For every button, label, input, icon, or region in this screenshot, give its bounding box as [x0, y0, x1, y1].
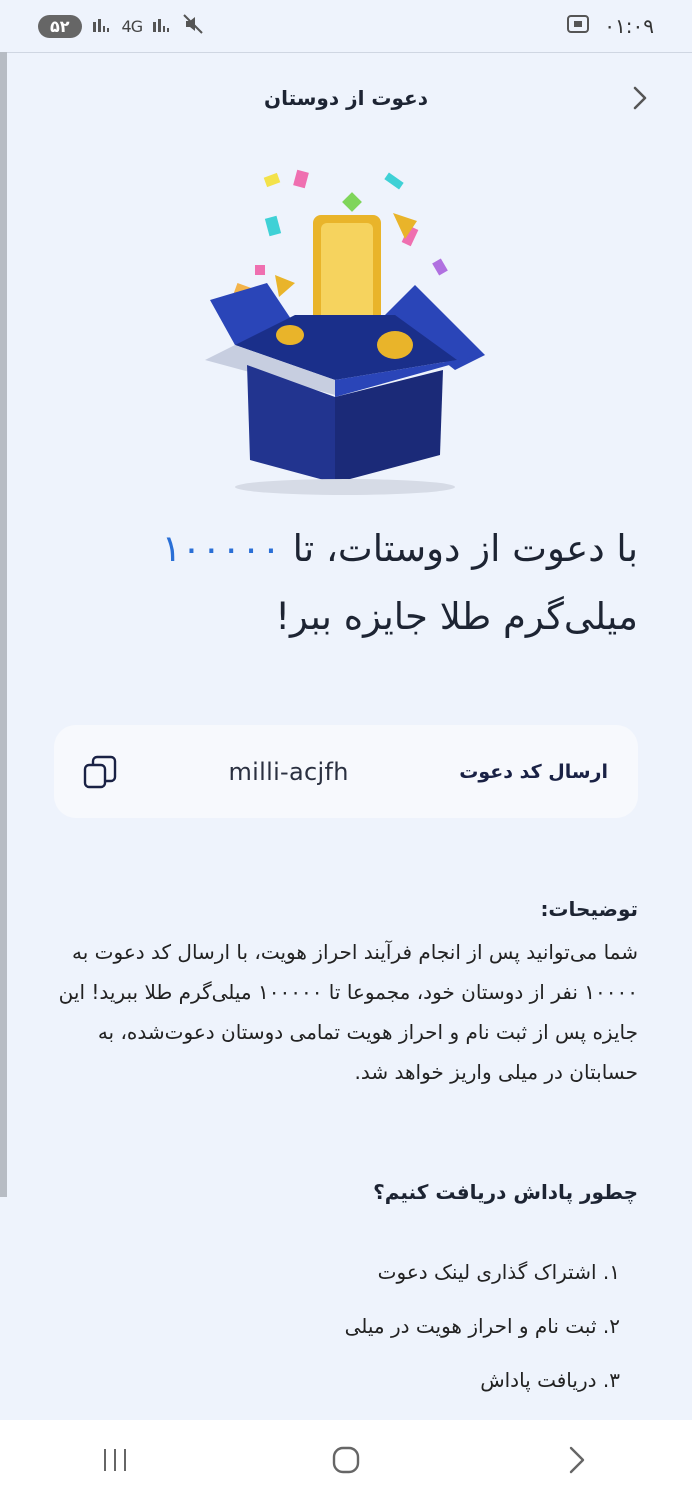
copy-icon [83, 755, 117, 788]
copy-button[interactable] [82, 754, 118, 790]
scroll-indicator [0, 52, 7, 1197]
status-left: ۵۲ 4G [38, 13, 204, 40]
back-button[interactable] [626, 82, 654, 114]
back-nav-button[interactable] [557, 1440, 597, 1480]
steps-list: ۱. اشتراک گذاری لینک دعوت ۲. ثبت نام و ا… [345, 1245, 620, 1407]
chevron-right-icon [633, 86, 647, 110]
mute-icon [182, 13, 204, 40]
step-item: ۱. اشتراک گذاری لینک دعوت [377, 1260, 620, 1284]
page-header: دعوت از دوستان [0, 72, 692, 124]
system-nav-bar [0, 1420, 692, 1500]
recent-apps-button[interactable] [95, 1440, 135, 1480]
send-invite-code-button[interactable]: ارسال کد دعوت [459, 761, 608, 783]
gift-box-illustration [195, 165, 495, 495]
chevron-right-icon [569, 1446, 584, 1474]
status-bar: ۵۲ 4G ۰۱:۰۹ [0, 0, 692, 52]
recent-apps-icon [104, 1449, 127, 1471]
headline-part2: میلی‌گرم طلا جایزه ببر! [275, 595, 638, 638]
screen-record-icon [566, 13, 590, 40]
signal-icon [92, 16, 112, 36]
network-type: 4G [121, 16, 144, 36]
how-to-title: چطور پاداش دریافت کنیم؟ [373, 1180, 638, 1204]
step-item: ۲. ثبت نام و احراز هویت در میلی [344, 1314, 620, 1338]
home-icon [332, 1446, 360, 1474]
home-button[interactable] [326, 1440, 366, 1480]
step-item: ۳. دریافت پاداش [480, 1368, 620, 1392]
signal-icon-2 [152, 16, 172, 36]
page-title: دعوت از دوستان [264, 86, 428, 110]
clock: ۰۱:۰۹ [604, 14, 654, 38]
status-right: ۰۱:۰۹ [566, 13, 654, 40]
headline-amount: ۱۰۰۰۰۰ [161, 527, 281, 570]
battery-indicator: ۵۲ [38, 14, 82, 38]
invite-code-card: milli-acjfh ارسال کد دعوت [54, 725, 638, 818]
headline: با دعوت از دوستات، تا ۱۰۰۰۰۰ میلی‌گرم طل… [48, 515, 638, 651]
headline-part1: با دعوت از دوستات، تا [280, 527, 638, 570]
status-divider [0, 52, 692, 53]
description-title: توضیحات: [540, 897, 638, 921]
description-body: شما می‌توانید پس از انجام فرآیند احراز ه… [58, 940, 638, 1084]
invite-code: milli-acjfh [228, 757, 349, 786]
